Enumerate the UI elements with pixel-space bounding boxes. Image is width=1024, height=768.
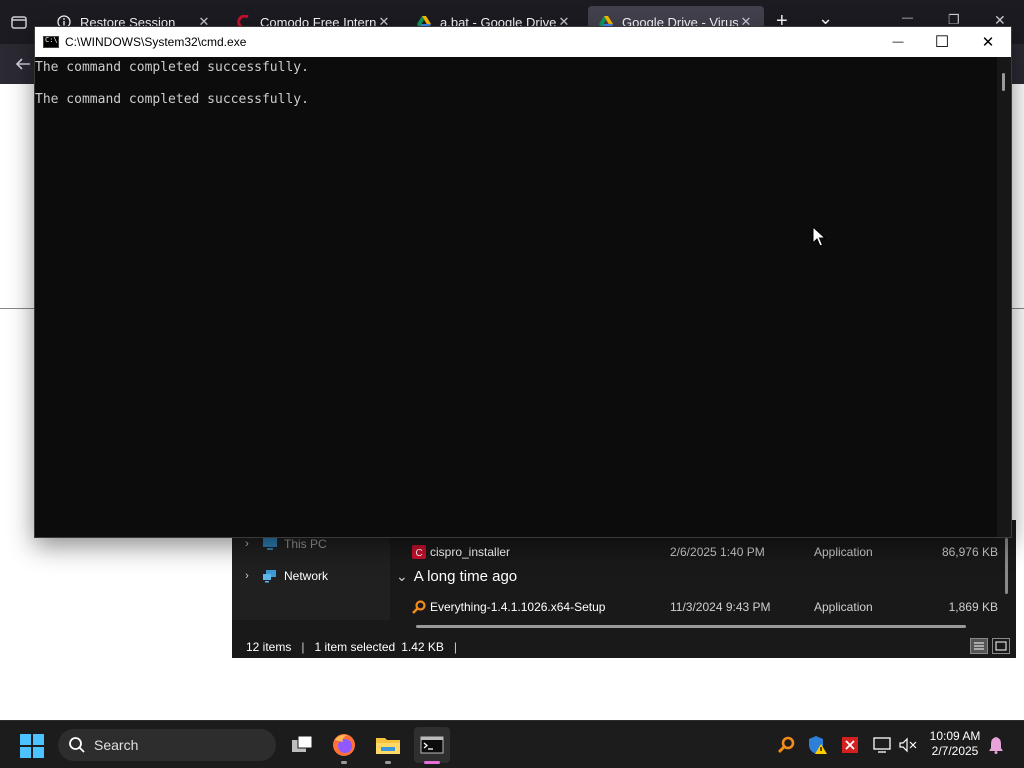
large-icons-view-button[interactable] xyxy=(992,638,1010,654)
running-indicator xyxy=(341,761,347,764)
file-size: 1,869 KB xyxy=(948,600,998,614)
selection-count: 1 item selected xyxy=(314,639,396,654)
status-bar: 12 items | 1 item selected 1.42 KB | xyxy=(232,635,1016,658)
file-name: Everything-1.4.1.1026.x64-Setup xyxy=(430,600,606,614)
comodo-installer-icon: C xyxy=(412,545,426,559)
file-size: 86,976 KB xyxy=(941,545,998,559)
everything-tray-icon[interactable] xyxy=(776,735,796,755)
folder-icon xyxy=(376,738,400,754)
cmd-minimize-button[interactable]: — xyxy=(875,27,921,57)
cmd-close-button[interactable]: ✕ xyxy=(965,27,1011,57)
notification-bell-icon[interactable] xyxy=(986,735,1006,755)
cmd-window[interactable]: C:\WINDOWS\System32\cmd.exe — ☐ ✕ The co… xyxy=(34,26,1012,538)
status-separator: | xyxy=(453,639,458,654)
tab-list-icon[interactable] xyxy=(10,14,28,30)
running-indicator xyxy=(385,761,391,764)
command-prompt-icon xyxy=(420,736,444,754)
start-button[interactable] xyxy=(20,734,44,758)
item-count: 12 items xyxy=(246,639,292,654)
task-view-icon xyxy=(292,735,313,752)
network-tray-icon[interactable] xyxy=(872,735,892,755)
nav-item-label: Network xyxy=(284,569,329,583)
task-view-button[interactable] xyxy=(284,727,320,763)
file-name: cispro_installer xyxy=(430,545,511,559)
taskbar-search-box[interactable]: Search xyxy=(58,729,276,761)
details-view-icon xyxy=(974,642,984,650)
security-warning-tray-icon[interactable] xyxy=(808,735,828,755)
taskbar-command-prompt[interactable] xyxy=(414,727,450,764)
group-header-label: A long time ago xyxy=(413,568,518,585)
active-indicator xyxy=(424,761,440,764)
vertical-scrollbar[interactable] xyxy=(1005,538,1008,594)
cmd-app-icon xyxy=(43,36,59,48)
cmd-console-output[interactable]: The command completed successfully. The … xyxy=(35,57,997,540)
file-type: Application xyxy=(814,545,873,559)
system-clock[interactable]: 10:09 AM 2/7/2025 xyxy=(922,729,988,759)
file-row-everything-setup[interactable]: Everything-1.4.1.1026.x64-Setup 11/3/202… xyxy=(390,595,1002,619)
search-placeholder: Search xyxy=(94,737,139,753)
file-type: Application xyxy=(814,600,873,614)
horizontal-scrollbar[interactable] xyxy=(416,625,966,628)
page-divider xyxy=(0,308,34,309)
firefox-icon xyxy=(333,734,355,756)
cmd-scrollbar[interactable] xyxy=(997,57,1011,537)
file-row-cispro-installer[interactable]: C cispro_installer 2/6/2025 1:40 PM Appl… xyxy=(390,540,1002,564)
cmd-title-bar[interactable]: C:\WINDOWS\System32\cmd.exe — ☐ ✕ xyxy=(35,27,1011,57)
everything-search-icon xyxy=(412,600,426,614)
chevron-right-icon[interactable]: › xyxy=(232,570,262,582)
taskbar-firefox[interactable] xyxy=(326,727,362,764)
file-date: 2/6/2025 1:40 PM xyxy=(670,545,765,559)
cmd-window-title: C:\WINDOWS\System32\cmd.exe xyxy=(65,35,247,49)
svg-text:C: C xyxy=(416,548,423,559)
file-date: 11/3/2024 9:43 PM xyxy=(670,600,771,614)
clock-time: 10:09 AM xyxy=(929,729,981,743)
file-explorer-window: › This PC › Network C cispro_installer 2… xyxy=(232,520,1016,658)
taskbar-file-explorer[interactable] xyxy=(370,727,406,764)
large-icons-view-icon xyxy=(995,641,1007,651)
volume-muted-tray-icon[interactable] xyxy=(898,735,918,755)
details-view-button[interactable] xyxy=(970,638,988,654)
cmd-scroll-thumb[interactable] xyxy=(1002,73,1005,91)
clock-date: 2/7/2025 xyxy=(931,744,979,758)
nav-item-network[interactable]: › Network xyxy=(232,564,390,588)
group-header-long-time-ago[interactable]: ⌄ A long time ago xyxy=(396,568,517,585)
view-switcher xyxy=(970,638,1010,654)
comodo-tray-icon[interactable] xyxy=(840,735,860,755)
mouse-cursor-icon xyxy=(812,226,826,247)
selection-size: 1.42 KB xyxy=(401,639,444,654)
chevron-down-icon[interactable]: ⌄ xyxy=(396,568,408,585)
console-line: The command completed successfully. xyxy=(35,92,309,107)
console-line: The command completed successfully. xyxy=(35,60,309,75)
windows-logo-icon xyxy=(20,734,44,758)
browser-minimize-button[interactable]: — xyxy=(902,12,913,24)
search-icon xyxy=(69,737,85,753)
cmd-maximize-button[interactable]: ☐ xyxy=(919,27,965,57)
back-arrow-icon[interactable] xyxy=(14,56,32,77)
network-icon xyxy=(262,569,278,583)
taskbar: Search 10:09 AM 2/7/2025 xyxy=(0,720,1024,768)
page-divider xyxy=(1012,308,1024,309)
status-separator: | xyxy=(301,639,305,654)
